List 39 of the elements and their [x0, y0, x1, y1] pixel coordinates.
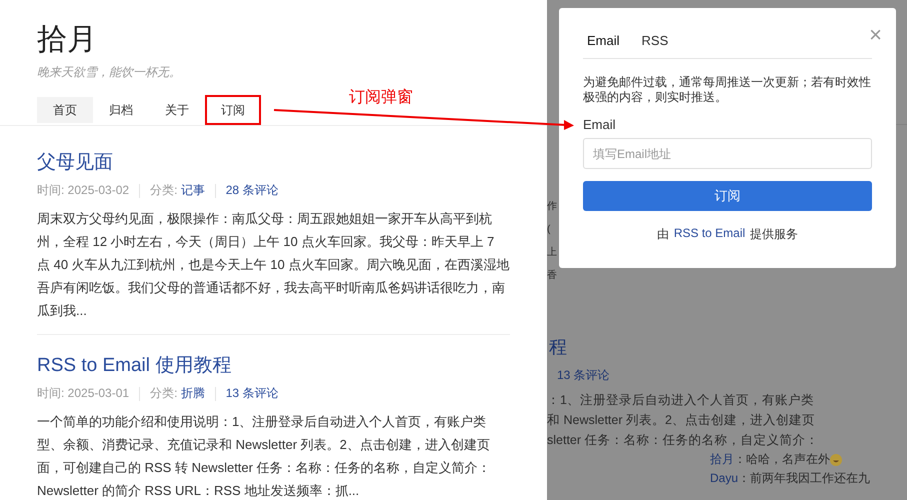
- text-fragment: 香: [547, 268, 557, 283]
- post-title: 程: [548, 336, 568, 359]
- post-excerpt-line: 和 Newsletter 列表。2、点击创建，进入创建页: [547, 412, 816, 429]
- footer-text: 提供服务: [750, 226, 798, 243]
- comments-link[interactable]: 13 条评论: [226, 385, 278, 402]
- laughing-emoji-icon: [830, 454, 842, 466]
- post-excerpt-line: ：1、注册登录后自动进入个人首页，有账户类: [547, 392, 815, 409]
- reply-author: Dayu: [710, 470, 738, 487]
- site-title: 拾月: [37, 22, 98, 58]
- post-date: 时间: 2025-03-02: [37, 182, 130, 199]
- post-title[interactable]: RSS to Email 使用教程: [37, 353, 510, 379]
- post-excerpt: 一个简单的功能介绍和使用说明：1、注册登录后自动进入个人首页，有账户类型、余额、消费记录、充值记录和 Newsletter 列表。2、点击创建，进入创建页面，可创建自己的 RSS 转 Newsletter 任务：名称：任务的名称，自定义简介：Newsletter 的简介 RSS URL：RSS 地址发送频率：抓...: [37, 413, 492, 500]
- post-excerpt-line: sletter 任务：名称：任务的名称，自定义简介：: [547, 432, 820, 449]
- text-fragment: 上: [547, 246, 557, 260]
- category-label: 分类:: [150, 182, 178, 199]
- annotation-label: 订阅弹窗: [349, 88, 413, 108]
- category-link[interactable]: 折腾: [180, 385, 205, 402]
- comments-link[interactable]: 28 条评论: [226, 182, 278, 199]
- subscribe-button[interactable]: 订阅: [583, 181, 872, 211]
- nav-tab[interactable]: 首页: [37, 97, 93, 123]
- field-label: Email: [583, 117, 617, 132]
- post-excerpt: 周末双方父母约见面，极限操作：南瓜父母：周五跟她姐姐一家开车从高平到杭州，全程 12 小时左右，今天（周日）上午 10 点火车回家。我父母：昨天早上 7 点 40 火车从九江到杭州，也是今天上午 10 点火车回家。周六晚见面，在西溪湿地吾庐有闲吃饭。我们父母的普通话都不好，我去高平时听南瓜爸妈讲话很吃力，南瓜到我...: [37, 210, 510, 320]
- post-date: 时间: 2025-03-01: [37, 385, 130, 402]
- footer-text: 由: [656, 226, 669, 243]
- reply-author: 拾月: [710, 451, 734, 468]
- email-field[interactable]: 填写Email地址: [583, 138, 872, 169]
- dialog-description: 为避免邮件过载，通常每周推送一次更新；若有时效性极强的内容，则实时推送。: [583, 75, 872, 105]
- reply-text: ：哈哈，名声在外: [734, 451, 830, 468]
- category-label: 分类:: [150, 385, 178, 402]
- dialog-tab[interactable]: Email: [587, 18, 620, 48]
- text-fragment: 作: [547, 200, 557, 214]
- service-link[interactable]: RSS to Email: [674, 226, 746, 243]
- category-link[interactable]: 记事: [180, 182, 205, 199]
- dialog-tab[interactable]: RSS: [642, 18, 668, 48]
- nav-tab[interactable]: 订阅: [205, 95, 261, 125]
- text-fragment: (: [547, 223, 552, 237]
- reply-text: ：前两年我因工作还在九: [738, 470, 870, 487]
- site-subtitle: 晚来天欲雪，能饮一杯无。: [37, 64, 182, 81]
- post-title[interactable]: 父母见面: [37, 150, 510, 176]
